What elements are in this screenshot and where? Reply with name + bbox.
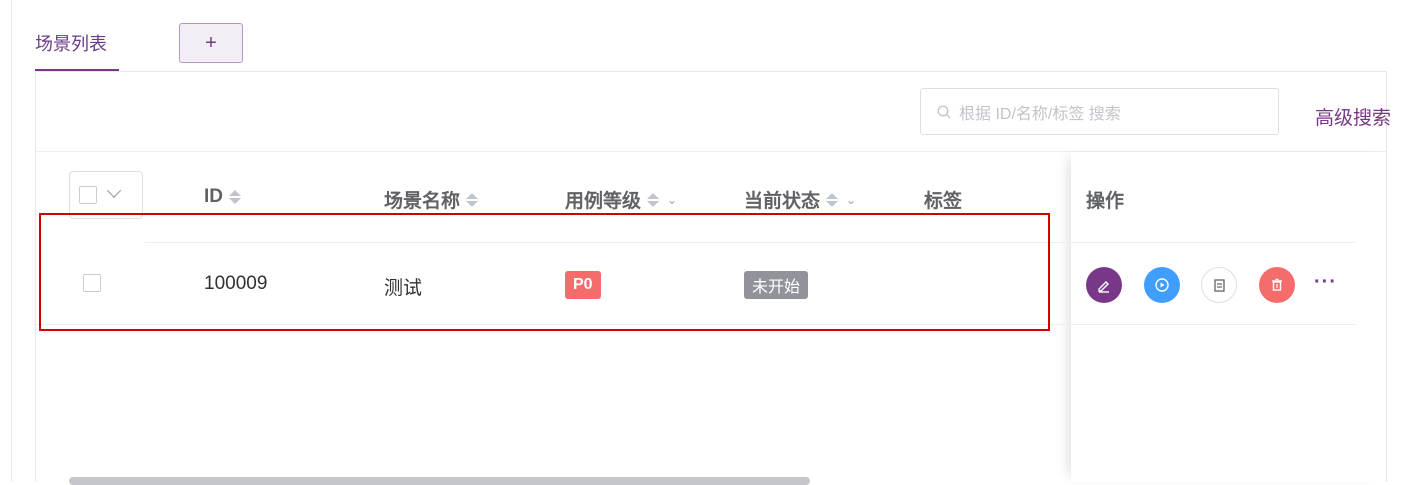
- delete-icon: [1272, 278, 1282, 291]
- edit-icon: [1098, 281, 1109, 293]
- panel-border-right: [1386, 72, 1387, 482]
- select-all-dropdown[interactable]: [69, 171, 143, 219]
- column-header-actions: 操作: [1086, 191, 1125, 212]
- copy-icon: [1214, 279, 1225, 292]
- copy-button[interactable]: [1201, 267, 1237, 303]
- plus-icon: +: [205, 31, 217, 54]
- sort-icon[interactable]: [466, 192, 479, 207]
- tab-scenario-list[interactable]: 场景列表: [35, 30, 107, 56]
- panel-border-left: [35, 72, 36, 482]
- search-placeholder: 根据 ID/名称/标签 搜索: [959, 105, 1121, 123]
- select-all-checkbox[interactable]: [79, 186, 97, 204]
- column-header-tags: 标签: [924, 191, 963, 212]
- column-header-status[interactable]: 当前状态 ⌄: [744, 186, 856, 213]
- search-icon: [937, 105, 951, 118]
- delete-button[interactable]: [1259, 267, 1295, 303]
- sort-icon[interactable]: [647, 192, 660, 207]
- column-header-name[interactable]: 场景名称: [384, 186, 479, 213]
- more-icon[interactable]: ···: [1314, 271, 1337, 294]
- run-button[interactable]: [1144, 267, 1180, 303]
- sort-icon[interactable]: [826, 192, 839, 207]
- edit-button[interactable]: [1086, 267, 1122, 303]
- horizontal-scrollbar[interactable]: [69, 477, 810, 485]
- run-icon: [1155, 278, 1169, 292]
- search-input[interactable]: 根据 ID/名称/标签 搜索: [920, 88, 1279, 135]
- chevron-down-icon: [106, 183, 122, 198]
- advanced-search-link[interactable]: 高级搜索: [1315, 103, 1391, 130]
- column-header-level[interactable]: 用例等级 ⌄: [565, 186, 677, 213]
- filter-chevron-icon[interactable]: ⌄: [846, 193, 856, 207]
- tabs-divider: [35, 71, 1387, 72]
- highlight-box: [39, 213, 1050, 331]
- page-edge: [11, 0, 12, 482]
- sort-icon[interactable]: [229, 190, 241, 204]
- add-tab-button[interactable]: +: [179, 23, 243, 63]
- column-header-id[interactable]: ID: [204, 186, 241, 208]
- filter-chevron-icon[interactable]: ⌄: [667, 193, 677, 207]
